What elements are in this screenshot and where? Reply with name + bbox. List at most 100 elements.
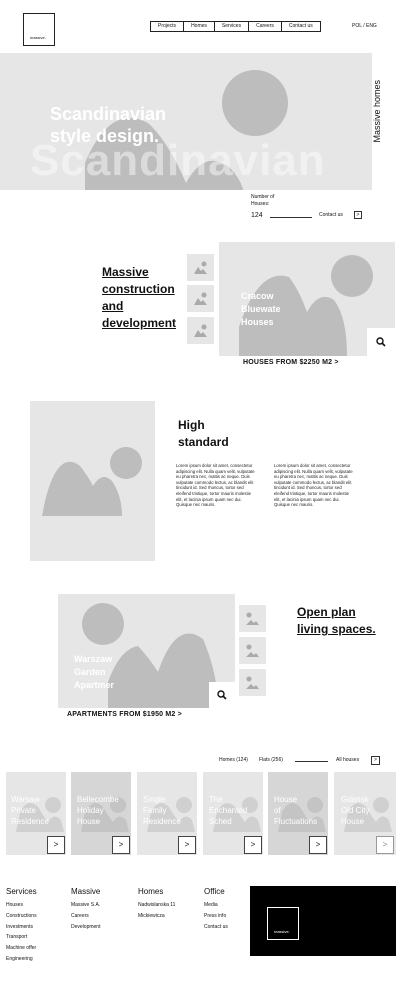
card-label: Bellecombe Holiday House xyxy=(77,794,119,827)
contact-link[interactable]: Contact us xyxy=(319,212,343,218)
section3-thumb-1[interactable] xyxy=(239,605,266,632)
section3-thumb-2[interactable] xyxy=(239,637,266,664)
section3-overlay-line1: Warszaw xyxy=(74,654,113,664)
section1-heading-line2: construction xyxy=(102,282,175,296)
section1-search-button[interactable] xyxy=(367,328,395,356)
filter-flats[interactable]: Flats (256) xyxy=(259,757,283,763)
section1-heading-line4: development xyxy=(102,316,177,330)
card-label: Gdansk Old City House xyxy=(341,794,369,827)
card-label-line2: of xyxy=(274,806,281,815)
filter-divider xyxy=(295,761,328,762)
section3-thumb-3[interactable] xyxy=(239,669,266,696)
logo-text: massive. xyxy=(30,35,46,40)
section1-heading-line1: Massive xyxy=(102,265,149,279)
section1-heading-line3: and xyxy=(102,299,124,313)
section1-heading: Massive construction and development xyxy=(102,264,176,332)
card-label: House of Fluctuations xyxy=(274,794,317,827)
card-arrow-button[interactable]: > xyxy=(178,836,196,854)
section1-overlay-line2: Bluewate xyxy=(241,304,281,314)
card-arrow-button[interactable]: > xyxy=(112,836,130,854)
footer-link[interactable]: Nadwislanska 11 xyxy=(138,900,175,911)
section3-overlay-line3: Apartmer xyxy=(74,680,115,690)
logo[interactable]: massive. xyxy=(23,13,55,46)
section2-image xyxy=(30,401,155,561)
footer-link[interactable]: Transport xyxy=(6,932,37,943)
card-label-line3: Residence xyxy=(143,817,181,826)
nav-careers[interactable]: Careers xyxy=(249,22,282,31)
card-label-line2: Enchanted xyxy=(209,806,248,815)
footer-col-title: Massive xyxy=(71,887,101,896)
footer-link[interactable]: Development xyxy=(71,922,100,933)
section3-heading-line1: Open plan xyxy=(297,605,356,619)
filter-arrow-button[interactable]: > xyxy=(371,756,380,765)
hero-title: Scandinavian style design. xyxy=(50,103,166,147)
footer-link[interactable]: Investments xyxy=(6,922,37,933)
section3-caption-link[interactable]: APARTMENTS FROM $1950 M2 > xyxy=(67,711,182,718)
section1-overlay-line3: Houses xyxy=(241,317,274,327)
section1-overlay-text: Cracow Bluewate Houses xyxy=(241,290,281,329)
hero-title-line1: Scandinavian xyxy=(50,104,167,124)
footer-logo-text: massive. xyxy=(274,929,290,934)
section2-image-icon xyxy=(42,447,142,516)
footer-link[interactable]: Engineering xyxy=(6,954,37,965)
footer-link[interactable]: Careers xyxy=(71,911,100,922)
card-arrow-button[interactable]: > xyxy=(376,836,394,854)
footer-logo[interactable]: massive. xyxy=(267,907,299,940)
footer-logo-block: massive. xyxy=(250,886,396,956)
section1-thumb-1[interactable] xyxy=(187,254,214,281)
card-label-line2: Holiday xyxy=(77,806,104,815)
footer-link[interactable]: Mickiewicza xyxy=(138,911,175,922)
footer-col-title: Services xyxy=(6,887,37,896)
image-icon xyxy=(246,644,259,657)
houses-label: Number of Houses: xyxy=(251,194,274,208)
card-arrow-button[interactable]: > xyxy=(244,836,262,854)
footer-link[interactable]: Constructions xyxy=(6,911,37,922)
card-label-line3: Residence xyxy=(11,817,49,826)
hero-title-line2: style design. xyxy=(50,126,160,146)
filter-arrow-icon: > xyxy=(374,757,377,763)
card-label-line3: House xyxy=(341,817,365,826)
card-label-line2: Family xyxy=(143,806,167,815)
footer-link[interactable]: Media xyxy=(204,900,228,911)
filter-homes[interactable]: Homes (124) xyxy=(219,757,248,763)
contact-arrow-button[interactable]: > xyxy=(354,211,362,219)
footer-link[interactable]: Houses xyxy=(6,900,37,911)
card-label-line2: Old City xyxy=(341,806,370,815)
image-icon xyxy=(246,676,259,689)
filter-all-houses[interactable]: All houses xyxy=(336,757,359,763)
footer-col-services: Services Houses Constructions Investment… xyxy=(6,887,37,965)
card-label-line1: Warsaw xyxy=(11,795,40,804)
nav-projects[interactable]: Projects xyxy=(151,22,185,31)
card-label: The Enchanted Sched xyxy=(209,794,247,827)
image-icon xyxy=(246,612,259,625)
section2-heading-line2: standard xyxy=(178,435,229,449)
side-label: Massive homes xyxy=(372,80,382,143)
houses-count-line xyxy=(270,217,312,218)
nav-services[interactable]: Services xyxy=(215,22,250,31)
section3-heading: Open plan living spaces. xyxy=(297,604,376,638)
nav-homes[interactable]: Homes xyxy=(184,22,215,31)
card-label-line1: Single xyxy=(143,795,166,804)
footer-link[interactable]: Machine offer xyxy=(6,943,37,954)
image-icon xyxy=(194,261,207,274)
footer-col-title: Homes xyxy=(138,887,164,896)
footer-link[interactable]: Press info xyxy=(204,911,228,922)
section2-heading: High standard xyxy=(178,417,229,451)
houses-label-line1: Number of xyxy=(251,194,275,200)
card-arrow-button[interactable]: > xyxy=(47,836,65,854)
card-arrow-button[interactable]: > xyxy=(309,836,327,854)
footer-col-office: Office Media Press info Contact us xyxy=(204,887,228,932)
section2-text-col1: Lorem ipsum dolor sit amet, consectetur … xyxy=(176,463,255,508)
language-switch[interactable]: POL / ENG xyxy=(352,23,377,29)
card-label-line1: The xyxy=(209,795,223,804)
section3-search-button[interactable] xyxy=(209,682,235,708)
footer-link[interactable]: Contact us xyxy=(204,922,228,933)
footer-link[interactable]: Massive S.A. xyxy=(71,900,100,911)
section1-thumb-3[interactable] xyxy=(187,317,214,344)
search-icon xyxy=(376,337,386,347)
card-label-line1: Gdansk xyxy=(341,795,369,804)
section1-caption-link[interactable]: HOUSES FROM $2250 M2 > xyxy=(243,359,339,366)
section1-thumb-2[interactable] xyxy=(187,285,214,312)
footer-col-title: Office xyxy=(204,887,225,896)
nav-contact[interactable]: Contact us xyxy=(282,22,320,31)
